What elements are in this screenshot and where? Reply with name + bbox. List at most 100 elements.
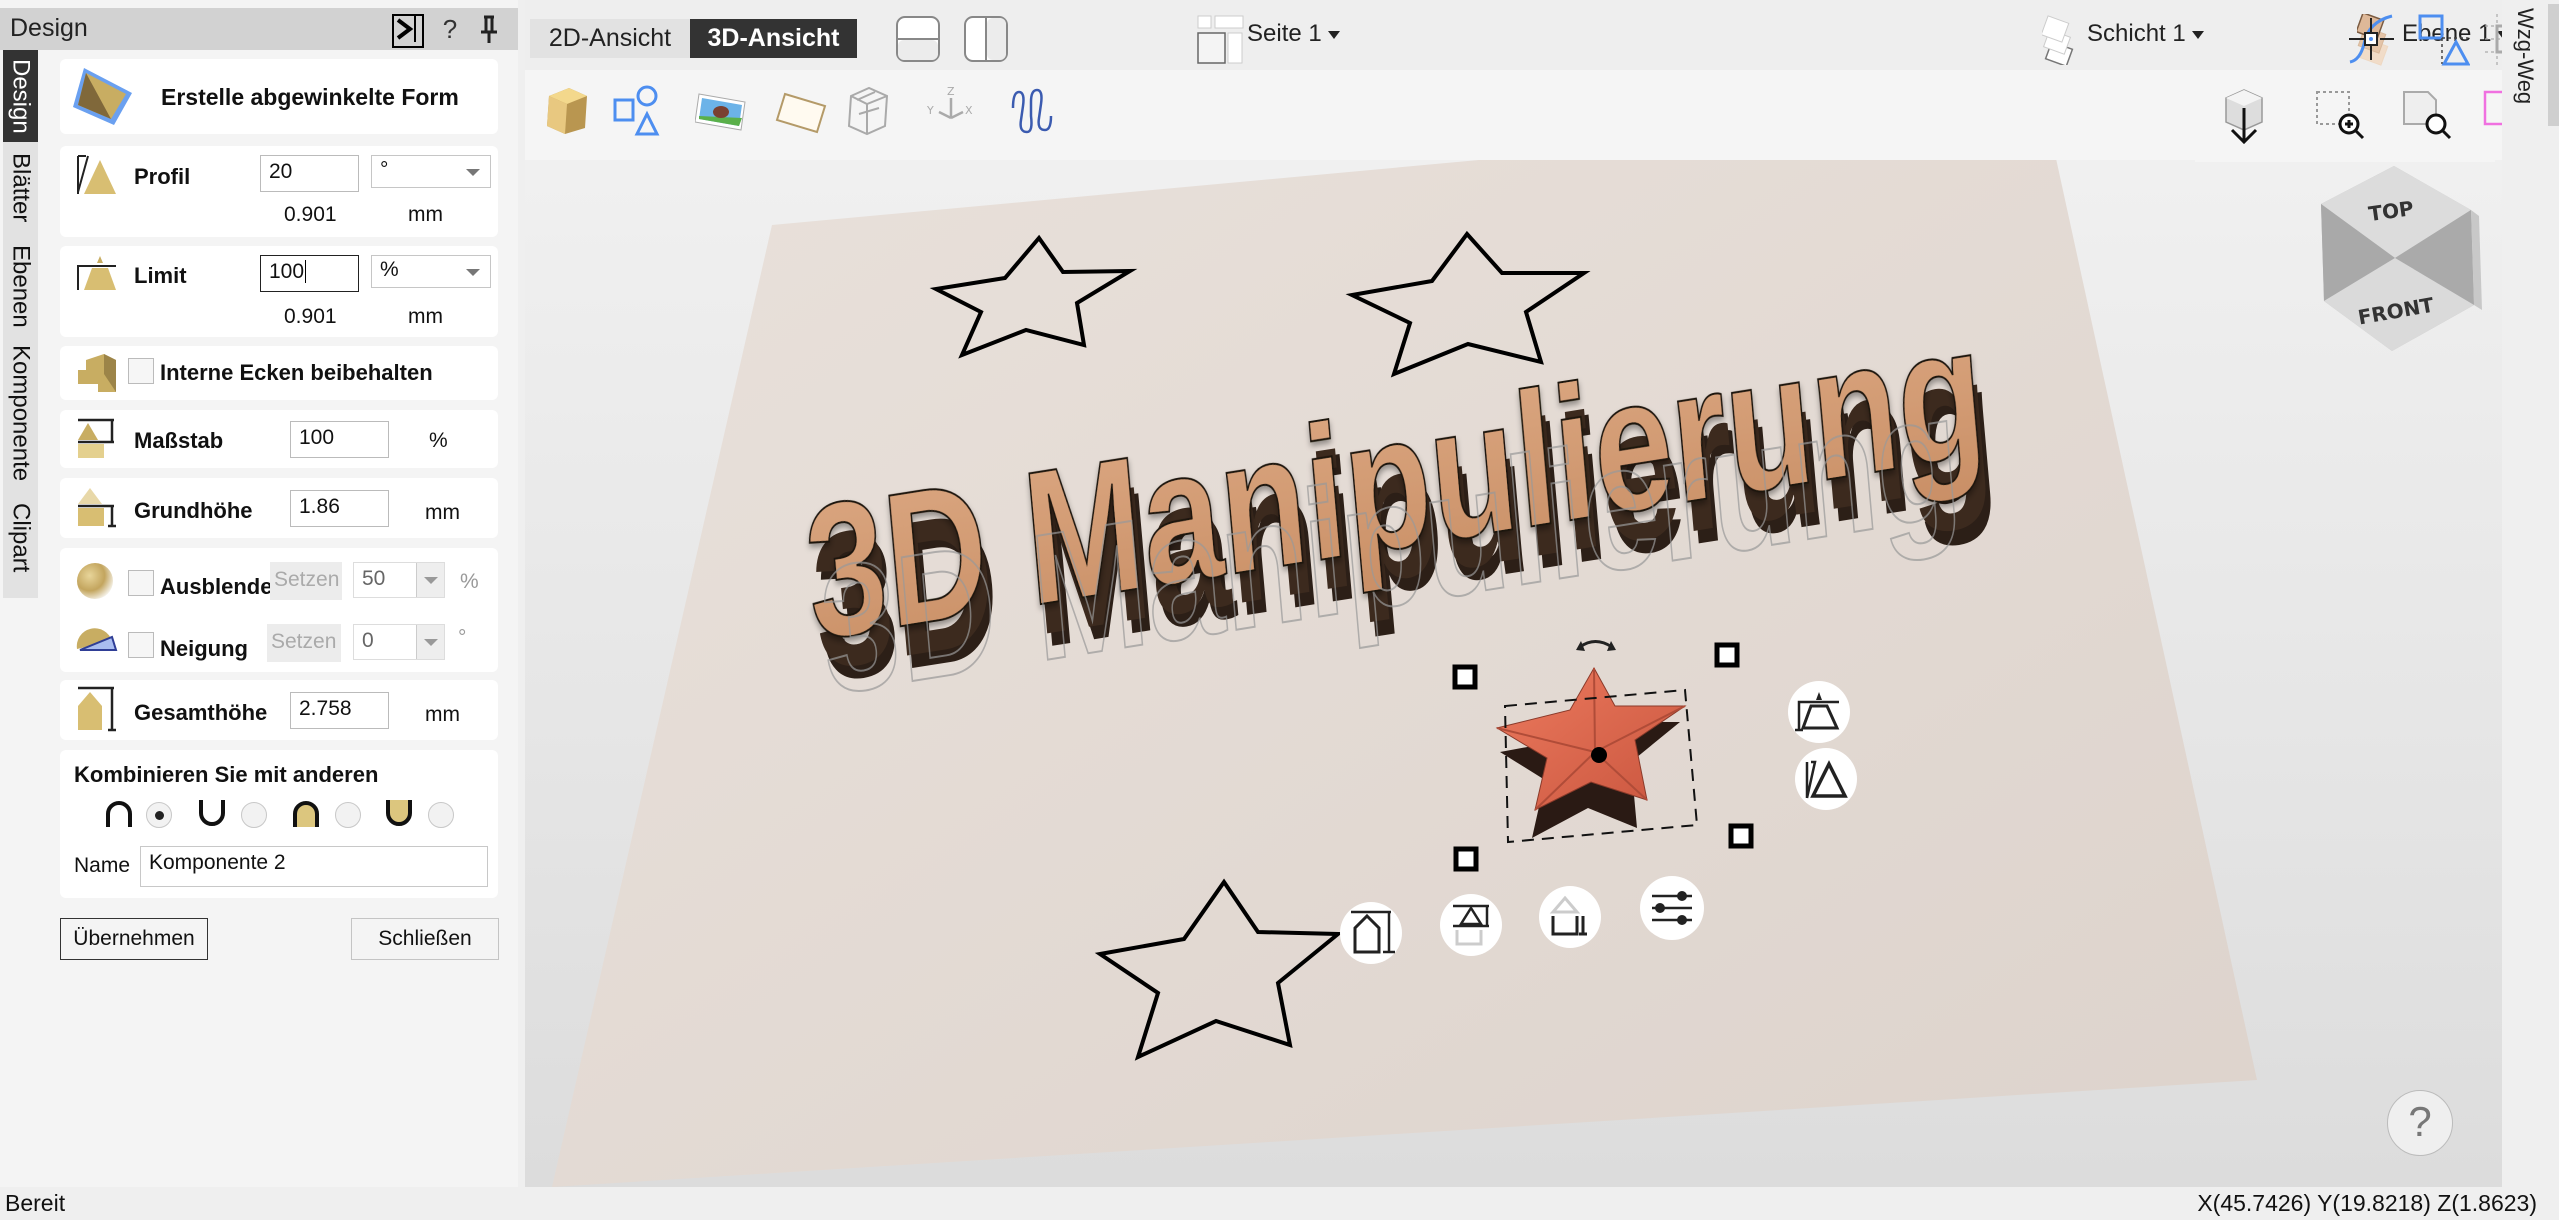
- star-center-point[interactable]: [1591, 747, 1607, 763]
- combine-option-3-radio[interactable]: [335, 802, 361, 828]
- limit-action-button[interactable]: [1788, 681, 1850, 743]
- zoom-selection-icon[interactable]: [2315, 90, 2365, 142]
- snap-node-icon[interactable]: [2348, 14, 2396, 64]
- page-dropdown-value: Seite 1: [1247, 20, 1322, 47]
- chevron-down-icon: [466, 269, 480, 276]
- neigung-spinner[interactable]: 0: [353, 624, 445, 660]
- ausblenden-label: Ausblende: [160, 574, 273, 599]
- split-horizontal-icon[interactable]: [895, 15, 941, 63]
- scale-handle-top-right[interactable]: [1714, 642, 1740, 668]
- 3d-viewport[interactable]: 3D Manipulierung 3D Manipulierung 3D Man…: [525, 0, 2502, 1187]
- chevron-down-icon[interactable]: [416, 625, 444, 659]
- vertical-tab-strip: Design Blätter Ebenen Komponente Clipart: [3, 50, 38, 598]
- massstab-value-input[interactable]: 100: [290, 421, 389, 458]
- base-height-action-button[interactable]: [1539, 886, 1601, 948]
- angled-shape-icon: [73, 68, 132, 125]
- profil-unit-select[interactable]: °: [371, 155, 491, 188]
- scale-handle-top-left[interactable]: [1452, 664, 1478, 690]
- 3d-scene[interactable]: 3D Manipulierung 3D Manipulierung 3D Man…: [525, 0, 2502, 1187]
- settings-action-button[interactable]: [1640, 876, 1704, 940]
- massstab-unit: %: [429, 429, 448, 452]
- shapes-icon[interactable]: [613, 84, 665, 138]
- solid-cube-icon[interactable]: [545, 86, 589, 136]
- chevron-down-icon: [466, 169, 480, 176]
- name-label: Name: [74, 854, 131, 877]
- combine-option-2-radio[interactable]: [241, 802, 267, 828]
- tab-design[interactable]: Design: [3, 50, 38, 142]
- tab-blaetter[interactable]: Blätter: [3, 142, 38, 234]
- zoom-page-icon[interactable]: [2402, 90, 2452, 142]
- limit-value-input[interactable]: 100: [260, 255, 359, 292]
- panel-title: Design: [10, 14, 88, 42]
- limit-card: Limit 100 % 0.901 mm: [60, 246, 498, 337]
- neigung-value: 0: [362, 629, 374, 652]
- profil-computed-unit: mm: [408, 203, 443, 226]
- wireframe-cube-icon[interactable]: [845, 84, 891, 138]
- tab-komponente[interactable]: Komponente: [3, 338, 38, 488]
- tab-2d-view[interactable]: 2D-Ansicht: [530, 19, 690, 58]
- collapse-panel-button[interactable]: [392, 14, 424, 48]
- pages-icon: [1197, 15, 1244, 64]
- axes-icon[interactable]: ZY X: [925, 84, 977, 134]
- gesamthoehe-card: Gesamthöhe 2.758 mm: [60, 680, 498, 740]
- align-shapes-icon[interactable]: [2418, 14, 2470, 66]
- grundhoehe-value-input[interactable]: 1.86: [290, 490, 389, 527]
- profil-value-input[interactable]: 20: [260, 155, 359, 192]
- limit-unit-value: %: [380, 258, 399, 281]
- scale-handle-bottom-right[interactable]: [1728, 823, 1754, 849]
- pin-button[interactable]: [476, 12, 502, 46]
- right-scrollbar[interactable]: [2548, 4, 2559, 126]
- layers-icon: [2042, 15, 2074, 65]
- ausblenden-checkbox[interactable]: [128, 570, 154, 596]
- limit-value-text: 100: [269, 260, 305, 283]
- image-icon[interactable]: [695, 90, 747, 132]
- intersect-arch-icon: [106, 801, 132, 827]
- limit-computed-value: 0.901: [284, 305, 337, 328]
- ausblenden-spinner[interactable]: 50: [353, 562, 445, 598]
- page-dropdown[interactable]: Seite 1: [1247, 20, 1340, 48]
- neigung-checkbox[interactable]: [128, 632, 154, 658]
- neigung-unit: °: [458, 626, 467, 649]
- help-button[interactable]: ?: [437, 12, 463, 46]
- paper-icon[interactable]: [775, 92, 827, 134]
- tab-ebenen[interactable]: Ebenen: [3, 236, 38, 336]
- tab-clipart[interactable]: Clipart: [3, 490, 38, 586]
- scale-action-button[interactable]: [1440, 894, 1502, 956]
- limit-icon: [77, 256, 116, 290]
- scale-handle-bottom-left[interactable]: [1453, 846, 1479, 872]
- gesamthoehe-value-input[interactable]: 2.758: [290, 692, 389, 729]
- close-button[interactable]: Schließen: [351, 918, 499, 960]
- name-input[interactable]: Komponente 2: [140, 846, 488, 887]
- total-height-action-button[interactable]: [1340, 902, 1402, 964]
- ausblenden-set-button[interactable]: Setzen: [270, 562, 342, 600]
- layer-dropdown[interactable]: Schicht 1: [2087, 20, 2204, 48]
- combine-option-1-radio[interactable]: [146, 802, 172, 828]
- ausblenden-value: 50: [362, 567, 386, 590]
- view-down-icon[interactable]: [2222, 88, 2268, 144]
- svg-text:X: X: [965, 104, 973, 117]
- view-cube[interactable]: TOP FRONT: [2321, 166, 2482, 351]
- text-caret: [305, 260, 307, 283]
- help-circle-button[interactable]: ?: [2387, 1090, 2453, 1156]
- grid-icon[interactable]: [2485, 14, 2502, 66]
- zoom-object-icon[interactable]: [2483, 90, 2502, 142]
- filled-arch-icon: [293, 801, 319, 827]
- profile-action-button[interactable]: [1795, 748, 1857, 810]
- apply-button[interactable]: Übernehmen: [60, 918, 208, 960]
- tab-wzg-weg[interactable]: Wzg-Weg: [2508, 8, 2538, 128]
- caret-down-icon: [2191, 30, 2204, 39]
- wave-pattern-icon[interactable]: [1009, 86, 1055, 134]
- fade-sphere-icon: [77, 563, 113, 599]
- interne-ecken-checkbox[interactable]: [128, 358, 154, 384]
- pin-icon: [481, 15, 497, 43]
- status-text: Bereit: [5, 1190, 66, 1216]
- tool-title: Erstelle abgewinkelte Form: [161, 84, 459, 110]
- split-vertical-icon[interactable]: [963, 15, 1009, 63]
- profil-label: Profil: [134, 164, 191, 189]
- combine-option-4-radio[interactable]: [428, 802, 454, 828]
- neigung-set-button[interactable]: Setzen: [267, 624, 341, 662]
- tab-3d-view[interactable]: 3D-Ansicht: [690, 19, 857, 58]
- limit-unit-select[interactable]: %: [371, 255, 491, 288]
- chevron-down-icon[interactable]: [416, 563, 444, 597]
- svg-text:Z: Z: [947, 85, 955, 98]
